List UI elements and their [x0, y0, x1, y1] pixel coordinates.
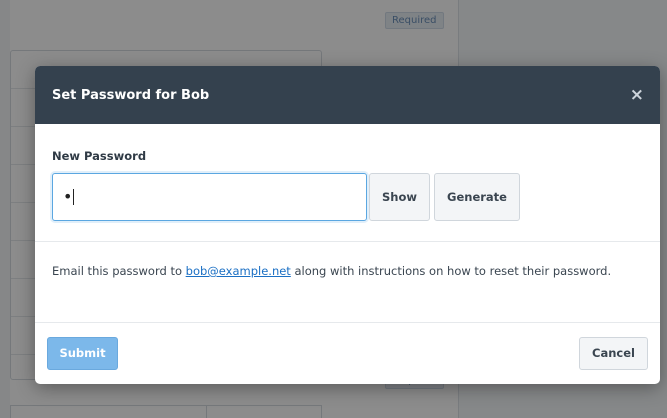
show-password-button[interactable]: Show [369, 173, 430, 221]
new-password-label: New Password [52, 149, 147, 163]
submit-button[interactable]: Submit [47, 336, 118, 370]
info-text-prefix: Email this password to [52, 264, 186, 278]
dialog-body: New Password • Show Generate [35, 124, 660, 242]
email-instructions: Email this password to bob@example.net a… [35, 242, 660, 323]
cancel-button[interactable]: Cancel [579, 336, 648, 370]
dialog-header: Set Password for Bob × [35, 66, 660, 124]
set-password-dialog: Set Password for Bob × New Password • Sh… [35, 66, 660, 384]
dialog-title: Set Password for Bob [52, 87, 210, 103]
close-icon[interactable]: × [630, 86, 644, 104]
text-caret [73, 189, 75, 205]
dialog-footer: Submit Cancel [35, 323, 660, 383]
info-text-suffix: along with instructions on how to reset … [290, 264, 612, 278]
email-link[interactable]: bob@example.net [186, 264, 291, 278]
password-input-row: • Show Generate [52, 173, 643, 221]
new-password-input[interactable]: • [52, 173, 367, 221]
generate-password-button[interactable]: Generate [434, 173, 520, 221]
password-mask: • [63, 187, 73, 206]
